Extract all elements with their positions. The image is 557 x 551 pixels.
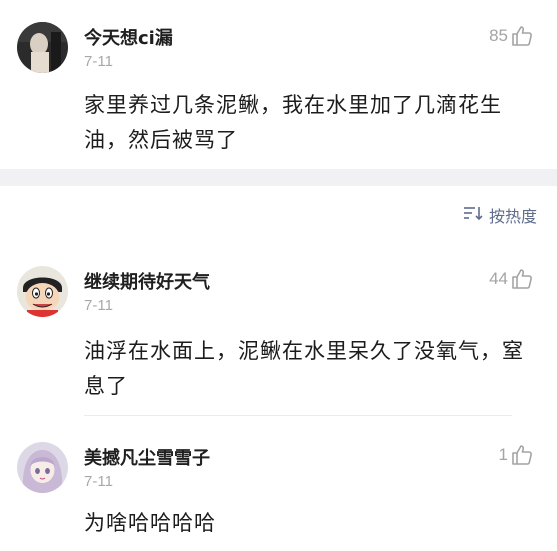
- anime-girl-avatar-icon: [17, 442, 68, 493]
- thumbs-up-icon: [511, 444, 533, 466]
- comment-date: 7-11: [84, 473, 113, 490]
- like-count: 1: [498, 445, 508, 464]
- like-button[interactable]: 1: [499, 444, 533, 466]
- comment-item: 美撼凡尘雪雪子 7-11 1 为啥哈哈哈哈: [0, 0, 557, 551]
- comment-username[interactable]: 美撼凡尘雪雪子: [84, 444, 210, 470]
- avatar[interactable]: [17, 442, 68, 493]
- comment-text: 为啥哈哈哈哈: [84, 511, 216, 535]
